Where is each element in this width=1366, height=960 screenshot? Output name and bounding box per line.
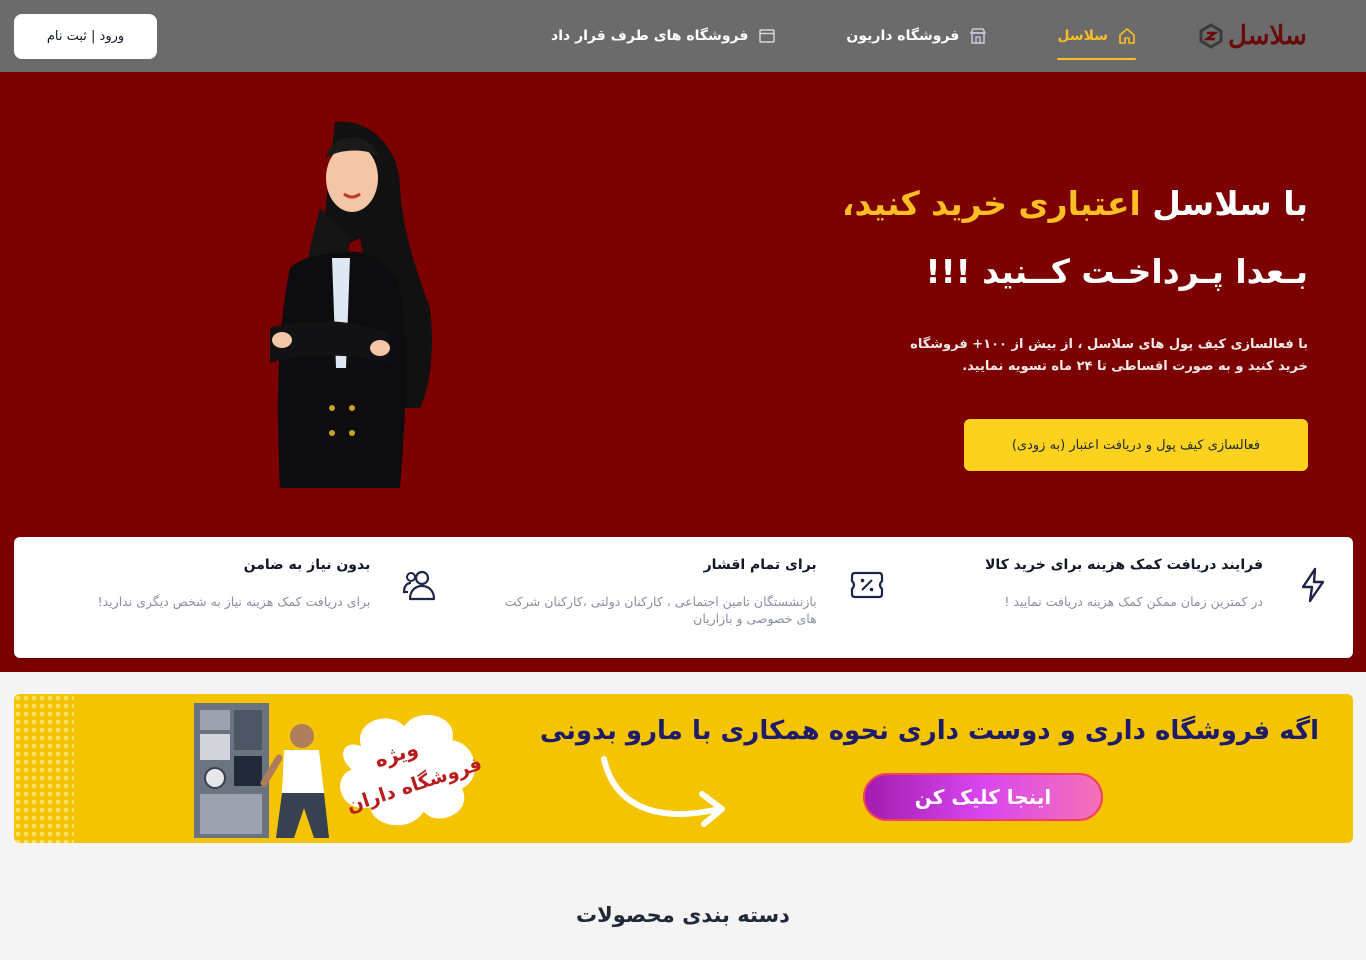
logo-mark-icon — [1199, 23, 1223, 49]
banner-dot-pattern — [14, 694, 74, 843]
logo-text: سلاسل — [1228, 21, 1307, 51]
hero-title-highlight: اعتباری خرید کنید، — [841, 184, 1141, 223]
discount-ticket-icon — [850, 571, 883, 599]
feature-fast-process: فرایند دریافت کمک هزینه برای خرید کالا د… — [907, 537, 1353, 658]
feature-description: برای دریافت کمک هزینه نیاز به شخص دیگری … — [97, 594, 371, 609]
feature-title: برای تمام اقشار — [703, 557, 817, 573]
activate-wallet-button[interactable]: فعالسازی کیف پول و دریافت اعتبار (به زود… — [964, 419, 1308, 471]
nav-item-contracted-stores[interactable]: فروشگاه های طرف قرار داد — [551, 0, 776, 72]
store-icon — [970, 28, 987, 44]
features-card: فرایند دریافت کمک هزینه برای خرید کالا د… — [14, 537, 1353, 658]
lightning-icon — [1301, 567, 1325, 603]
nav-label: فروشگاه داریون — [846, 28, 960, 44]
curved-arrow-icon — [601, 756, 725, 827]
hero-title-prefix: با سلاسل — [1140, 184, 1308, 223]
nav-item-salasel[interactable]: سلاسل — [1057, 0, 1136, 72]
nav-item-darioon-store[interactable]: فروشگاه داریون — [846, 0, 987, 72]
hero-title-line2: بـعدا پـرداخـت کــنید !!! — [925, 252, 1308, 291]
hero-person-image — [270, 121, 432, 488]
hero-title-line1: با سلاسل اعتباری خرید کنید، — [842, 184, 1308, 223]
home-icon — [1119, 28, 1135, 44]
nav-label: فروشگاه های طرف قرار داد — [551, 28, 749, 44]
nav-label: سلاسل — [1057, 28, 1108, 44]
store-partner-banner[interactable]: اگه فروشگاه داری و دوست داری نحوه همکاری… — [14, 694, 1353, 843]
banner-heading: اگه فروشگاه داری و دوست داری نحوه همکاری… — [539, 716, 1319, 746]
browser-window-icon — [759, 29, 776, 43]
main-nav: سلاسل فروشگاه داریون فروشگاه های طرف قرا… — [551, 0, 1136, 72]
site-logo[interactable]: سلاسل — [1198, 18, 1338, 54]
feature-description: بازنشستگان تامین اجتماعی ، کارکنان دولتی… — [504, 594, 817, 626]
delivery-man-illustration — [194, 703, 329, 838]
click-here-button[interactable]: اینجا کلیک کن — [863, 773, 1103, 821]
users-icon — [403, 570, 436, 601]
site-header: سلاسل سلاسل فروشگاه داریون فروشگاه های ط… — [0, 0, 1366, 72]
feature-description: در کمترین زمان ممکن کمک هزینه دریافت نما… — [1004, 594, 1263, 609]
product-categories-title: دسته بندی محصولات — [576, 903, 790, 927]
login-register-button[interactable]: ورود | ثبت نام — [14, 14, 157, 59]
feature-all-groups: برای تمام اقشار بازنشستگان تامین اجتماعی… — [460, 537, 906, 658]
hero-description: با فعالسازی کیف پول های سلاسل ، از بیش ا… — [910, 337, 1308, 374]
feature-title: بدون نیاز به ضامن — [243, 557, 371, 573]
feature-no-guarantor: بدون نیاز به ضامن برای دریافت کمک هزینه … — [14, 537, 460, 658]
feature-title: فرایند دریافت کمک هزینه برای خرید کالا — [984, 557, 1263, 573]
